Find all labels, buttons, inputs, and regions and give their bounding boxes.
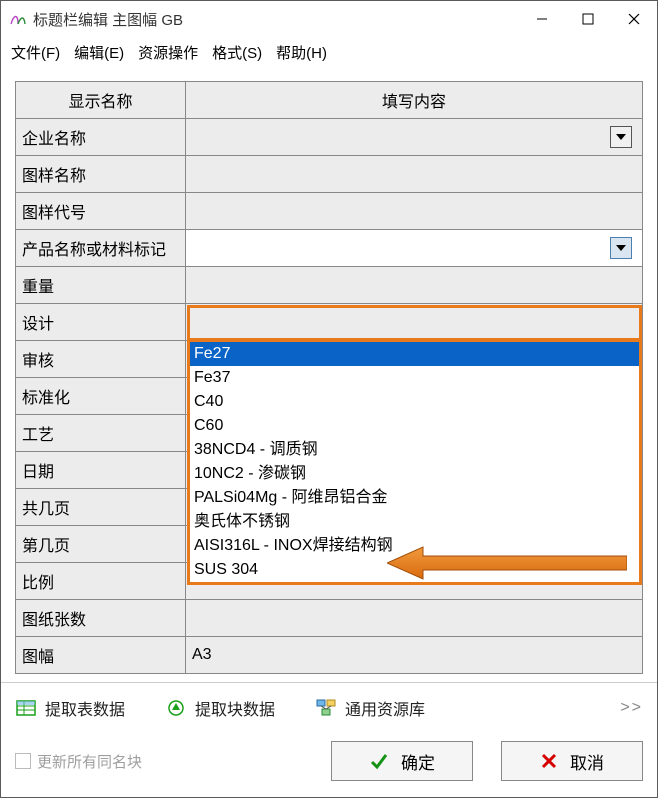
extract-block-label: 提取块数据 (195, 696, 275, 720)
dropdown-option[interactable]: 38NCD4 - 调质钢 (190, 438, 639, 462)
dropdown-option[interactable]: AISI316L - INOX焊接结构钢 (190, 534, 639, 558)
ok-button[interactable]: 确定 (331, 741, 473, 781)
minimize-button[interactable] (519, 1, 565, 37)
menu-help[interactable]: 帮助(H) (276, 42, 327, 63)
row-label: 工艺 (16, 415, 186, 452)
menu-edit[interactable]: 编辑(E) (74, 42, 124, 63)
window-controls (519, 1, 657, 37)
row-label: 审核 (16, 341, 186, 378)
row-label: 图样名称 (16, 156, 186, 193)
menu-format[interactable]: 格式(S) (212, 42, 262, 63)
dropdown-option[interactable]: C60 (190, 414, 639, 438)
checkbox-icon (15, 753, 31, 769)
row-value-cell[interactable] (186, 267, 643, 304)
update-same-name-label: 更新所有同名块 (37, 751, 142, 772)
menu-resources[interactable]: 资源操作 (138, 42, 198, 63)
maximize-button[interactable] (565, 1, 611, 37)
table-row: 图样名称 (16, 156, 643, 193)
x-icon (540, 752, 558, 770)
check-icon (369, 751, 389, 771)
extract-table-label: 提取表数据 (45, 696, 125, 720)
row-value-cell[interactable]: A3 (186, 637, 643, 674)
titlebar: 标题栏编辑 主图幅 GB (1, 1, 657, 37)
chevron-down-icon (616, 245, 626, 251)
row-label: 比例 (16, 563, 186, 600)
table-row: 图幅 A3 (16, 637, 643, 674)
table-row: 图样代号 (16, 193, 643, 230)
row-value-cell[interactable] (186, 230, 643, 267)
row-value-cell[interactable] (186, 600, 643, 637)
update-same-name-checkbox[interactable]: 更新所有同名块 (15, 751, 142, 772)
table-row: 产品名称或材料标记 (16, 230, 643, 267)
row-value-cell[interactable] (186, 304, 643, 341)
table-row: 图纸张数 (16, 600, 643, 637)
row-label: 图样代号 (16, 193, 186, 230)
row-value: A3 (192, 646, 212, 664)
toolbar-overflow[interactable]: >> (620, 699, 643, 717)
dropdown-option[interactable]: C40 (190, 390, 639, 414)
col-header-name: 显示名称 (16, 82, 186, 119)
extract-table-button[interactable]: 提取表数据 (15, 696, 125, 720)
dropdown-option[interactable]: PALSi04Mg - 阿维昂铝合金 (190, 486, 639, 510)
table-row: 设计 (16, 304, 643, 341)
dropdown-option[interactable]: SUS 304 (190, 558, 639, 582)
bottom-toolbar: 提取表数据 提取块数据 通用资源库 (1, 682, 657, 733)
row-value-cell[interactable] (186, 156, 643, 193)
app-icon (9, 10, 27, 28)
row-label: 图纸张数 (16, 600, 186, 637)
action-bar: 更新所有同名块 确定 取消 (1, 733, 657, 797)
row-value-cell[interactable] (186, 193, 643, 230)
window-title: 标题栏编辑 主图幅 GB (33, 9, 183, 30)
menubar: 文件(F) 编辑(E) 资源操作 格式(S) 帮助(H) (1, 37, 657, 67)
row-label: 标准化 (16, 378, 186, 415)
close-button[interactable] (611, 1, 657, 37)
col-header-value: 填写内容 (186, 82, 643, 119)
dialog-window: 标题栏编辑 主图幅 GB 文件(F) 编辑(E) 资源操作 格式(S) 帮助(H… (0, 0, 658, 798)
row-label: 图幅 (16, 637, 186, 674)
dropdown-option[interactable]: 奥氏体不锈钢 (190, 510, 639, 534)
dropdown-option[interactable]: 10NC2 - 渗碳钢 (190, 462, 639, 486)
row-label: 共几页 (16, 489, 186, 526)
row-label: 产品名称或材料标记 (16, 230, 186, 267)
ok-label: 确定 (401, 749, 435, 774)
dropdown-toggle[interactable] (610, 126, 632, 148)
menu-file[interactable]: 文件(F) (11, 42, 60, 63)
library-icon (315, 697, 337, 719)
row-value-cell[interactable] (186, 119, 643, 156)
table-icon (15, 697, 37, 719)
row-label: 企业名称 (16, 119, 186, 156)
row-label: 日期 (16, 452, 186, 489)
material-dropdown-popup[interactable]: Fe27Fe37C40C6038NCD4 - 调质钢10NC2 - 渗碳钢PAL… (187, 339, 642, 585)
extract-block-button[interactable]: 提取块数据 (165, 696, 275, 720)
dropdown-option[interactable]: Fe27 (190, 342, 639, 366)
row-label: 第几页 (16, 526, 186, 563)
resource-lib-label: 通用资源库 (345, 696, 425, 720)
content-area: 显示名称 填写内容 企业名称图样名称图样代号产品名称或材料标记重量设计审核标准化… (1, 67, 657, 682)
chevron-down-icon (616, 134, 626, 140)
dropdown-option[interactable]: Fe37 (190, 366, 639, 390)
table-row: 企业名称 (16, 119, 643, 156)
dropdown-toggle[interactable] (610, 237, 632, 259)
cancel-button[interactable]: 取消 (501, 741, 643, 781)
block-icon (165, 697, 187, 719)
resource-lib-button[interactable]: 通用资源库 (315, 696, 425, 720)
table-row: 重量 (16, 267, 643, 304)
row-label: 设计 (16, 304, 186, 341)
cancel-label: 取消 (570, 749, 604, 774)
row-label: 重量 (16, 267, 186, 304)
